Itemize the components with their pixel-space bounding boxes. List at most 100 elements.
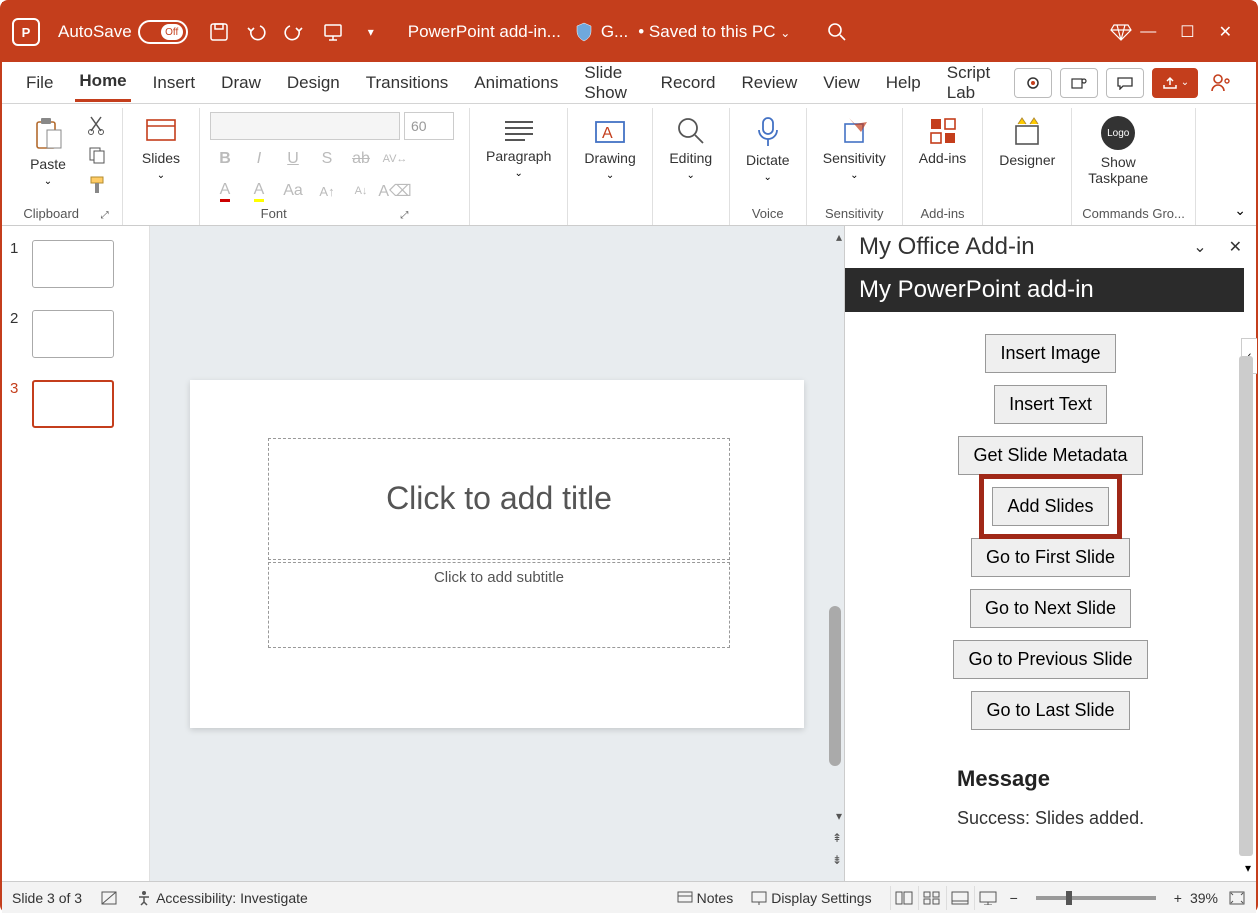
shadow-icon[interactable]: S [312,146,342,172]
autosave-toggle[interactable]: Off [138,20,188,44]
insert-text-button[interactable]: Insert Text [994,385,1107,424]
copy-icon[interactable] [82,142,112,168]
increase-font-icon[interactable]: A↑ [312,178,342,204]
paste-button[interactable]: Paste ⌄ [20,112,76,191]
get-metadata-button[interactable]: Get Slide Metadata [958,436,1142,475]
tab-animations[interactable]: Animations [470,65,562,101]
reading-view-icon[interactable] [946,886,974,910]
title-placeholder[interactable]: Click to add title [268,438,730,560]
font-launcher-icon[interactable]: ⤢ [400,210,408,221]
tab-slide-show[interactable]: Slide Show [580,55,638,111]
change-case-icon[interactable]: Aa [278,178,308,204]
drawing-button[interactable]: A Drawing ⌄ [578,112,641,185]
thumbnail-2[interactable]: 2 [10,310,141,358]
save-icon[interactable] [204,17,234,47]
designer-button[interactable]: Designer [993,112,1061,172]
saved-status[interactable]: • Saved to this PC ⌄ [638,22,790,42]
collab-icon[interactable] [1206,73,1236,93]
character-spacing-icon[interactable]: AV↔ [380,146,410,172]
clipboard-launcher-icon[interactable]: ⤢ [101,210,109,221]
slide-canvas[interactable]: Click to add title Click to add subtitle… [150,226,844,881]
tab-insert[interactable]: Insert [149,65,200,101]
dictate-button[interactable]: Dictate ⌄ [740,112,796,187]
next-slide-button[interactable]: Go to Next Slide [970,589,1131,628]
close-button[interactable]: ✕ [1219,22,1232,42]
cut-icon[interactable] [82,112,112,138]
sorter-view-icon[interactable] [918,886,946,910]
notes-button[interactable]: Notes [677,890,734,906]
taskpane-scroll-down-icon[interactable]: ▾ [1245,861,1251,875]
account-short[interactable]: G... [601,22,628,42]
scroll-down-icon[interactable]: ▾ [836,809,842,823]
clear-format-icon[interactable]: A⌫ [380,178,410,204]
tab-view[interactable]: View [819,65,864,101]
tab-script-lab[interactable]: Script Lab [943,55,996,111]
vertical-scrollbar[interactable]: ▴ ▾ ⇞ ⇟ [826,226,844,881]
tab-draw[interactable]: Draw [217,65,265,101]
slideshow-view-icon[interactable] [974,886,1002,910]
tab-file[interactable]: File [22,65,57,101]
tab-help[interactable]: Help [882,65,925,101]
show-taskpane-button[interactable]: Logo Show Taskpane [1082,112,1154,190]
search-icon[interactable] [822,17,852,47]
taskpane-menu-icon[interactable]: ⌄ [1193,237,1206,257]
thumbnail-1[interactable]: 1 [10,240,141,288]
teams-button[interactable] [1060,68,1098,98]
present-icon[interactable] [318,17,348,47]
bold-icon[interactable]: B [210,146,240,172]
sensitivity-button[interactable]: Sensitivity ⌄ [817,112,892,185]
highlight-icon[interactable]: A [244,178,274,204]
minimize-button[interactable]: — [1140,23,1156,41]
accessibility-status[interactable]: Accessibility: Investigate [136,890,308,906]
zoom-level[interactable]: 39% [1190,890,1218,906]
add-slides-button[interactable]: Add Slides [992,487,1108,526]
font-color-icon[interactable]: A [210,178,240,204]
prev-slide-icon[interactable]: ⇞ [832,831,842,845]
font-size-input[interactable]: 60 [404,112,454,140]
display-settings-button[interactable]: Display Settings [751,890,871,906]
scroll-up-icon[interactable]: ▴ [836,230,842,244]
editing-button[interactable]: Editing ⌄ [663,112,719,185]
decrease-font-icon[interactable]: A↓ [346,178,376,204]
zoom-out-icon[interactable]: − [1010,890,1018,906]
slide-thumbnails: 1 2 3 [2,226,150,881]
taskpane-close-icon[interactable]: ✕ [1229,237,1242,257]
zoom-slider[interactable] [1036,896,1156,900]
first-slide-button[interactable]: Go to First Slide [971,538,1130,577]
redo-icon[interactable] [280,17,310,47]
share-button[interactable]: ⌄ [1152,68,1198,98]
maximize-button[interactable]: ☐ [1180,22,1194,42]
last-slide-button[interactable]: Go to Last Slide [971,691,1129,730]
tab-home[interactable]: Home [75,63,130,102]
diamond-icon[interactable] [1106,17,1136,47]
undo-icon[interactable] [242,17,272,47]
comments-button[interactable] [1106,68,1144,98]
next-slide-icon[interactable]: ⇟ [832,853,842,867]
addins-button[interactable]: Add-ins [913,112,972,170]
font-name-input[interactable] [210,112,400,140]
scroll-thumb[interactable] [829,606,841,766]
ribbon-collapse-icon[interactable]: ⌄ [1234,202,1246,219]
thumbnail-3[interactable]: 3 [10,380,141,428]
insert-image-button[interactable]: Insert Image [985,334,1115,373]
spellcheck-icon[interactable] [100,890,118,906]
tab-review[interactable]: Review [737,65,801,101]
taskpane-scrollbar[interactable]: ▾ [1236,356,1256,881]
subtitle-placeholder[interactable]: Click to add subtitle [268,562,730,648]
tab-record[interactable]: Record [657,65,720,101]
fit-to-window-icon[interactable] [1228,890,1246,906]
italic-icon[interactable]: I [244,146,274,172]
slides-button[interactable]: Slides ⌄ [133,112,189,185]
qat-customize-icon[interactable]: ▾ [356,17,386,47]
paragraph-button[interactable]: Paragraph ⌄ [480,112,557,183]
underline-icon[interactable]: U [278,146,308,172]
slide-counter[interactable]: Slide 3 of 3 [12,890,82,906]
tab-transitions[interactable]: Transitions [362,65,453,101]
zoom-in-icon[interactable]: + [1174,890,1182,906]
prev-slide-button[interactable]: Go to Previous Slide [953,640,1147,679]
strikethrough-icon[interactable]: ab [346,146,376,172]
normal-view-icon[interactable] [890,886,918,910]
tab-design[interactable]: Design [283,65,344,101]
camera-button[interactable] [1014,68,1052,98]
format-painter-icon[interactable] [82,172,112,198]
